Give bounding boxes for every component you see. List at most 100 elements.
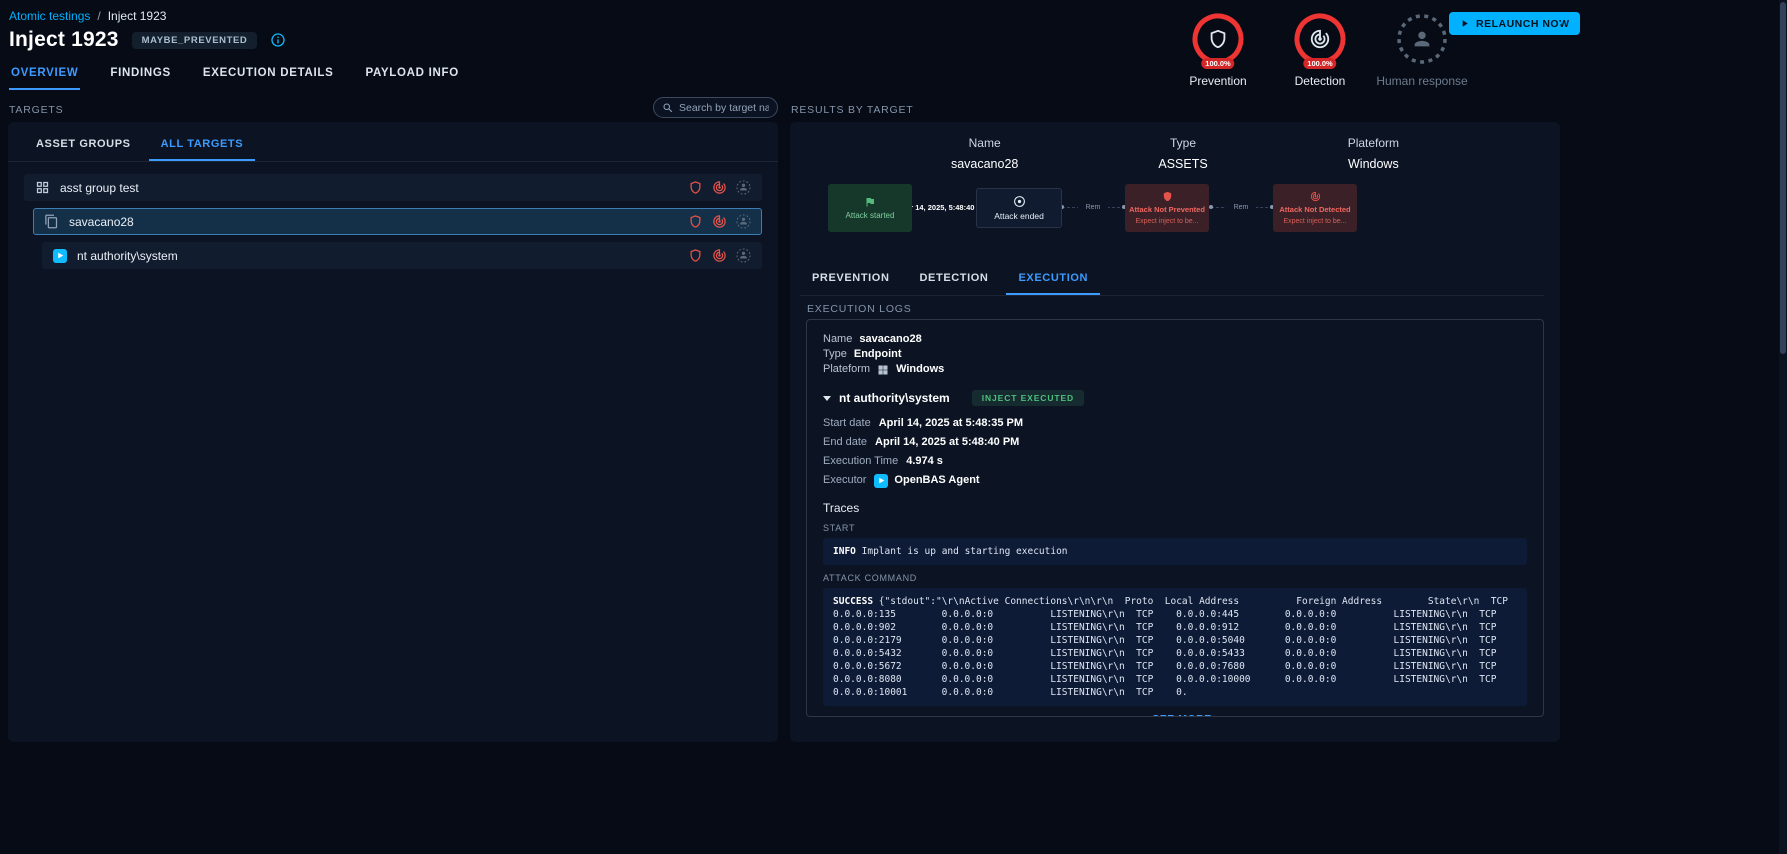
meta-type: Type ASSETS [1158, 136, 1207, 171]
chevron-down-icon [823, 396, 831, 401]
tab-asset-groups[interactable]: ASSET GROUPS [24, 128, 143, 161]
kebab-menu-icon[interactable] [1549, 11, 1571, 35]
openbas-agent-icon [874, 474, 888, 488]
target-rows: asst group test savacano28 [8, 162, 778, 281]
human-response-label: Human response [1376, 74, 1467, 88]
search-icon [662, 102, 674, 114]
breadcrumb-separator: / [97, 9, 100, 23]
openbas-agent-icon [53, 249, 67, 263]
target-meta: Name savacano28 Type ASSETS Plateform Wi… [790, 136, 1560, 171]
meta-platform: Plateform Windows [1348, 136, 1399, 171]
trace-section-start: START [823, 523, 1527, 533]
field-executor: Executor OpenBAS Agent [823, 473, 1527, 488]
targets-section-label: TARGETS [9, 104, 63, 116]
target-row-label: asst group test [60, 181, 678, 195]
field-start-date: Start date April 14, 2025 at 5:48:35 PM [823, 416, 1527, 431]
detection-score: 100.0% [1303, 58, 1336, 69]
asset-group-icon [35, 180, 50, 195]
timeline-dot [1209, 205, 1213, 209]
log-type-row: Type Endpoint [823, 347, 1527, 362]
node-attack-started: Attack started [828, 184, 912, 232]
trace-start-log: INFO Implant is up and starting executio… [823, 538, 1527, 565]
person-icon [1411, 28, 1433, 50]
trace-section-attack-command: ATTACK COMMAND [823, 573, 1527, 583]
page-title: Inject 1923 [9, 28, 119, 52]
person-dashed-icon [736, 214, 751, 229]
tab-execution-details[interactable]: EXECUTION DETAILS [201, 60, 336, 90]
gauge-detection: 100.0% Detection [1282, 12, 1358, 88]
main-tabs: OVERVIEW FINDINGS EXECUTION DETAILS PAYL… [9, 60, 461, 90]
agent-expander[interactable]: nt authority\system INJECT EXECUTED [823, 390, 1527, 406]
track-changes-icon [1309, 28, 1331, 50]
targets-tabs: ASSET GROUPS ALL TARGETS [8, 122, 778, 162]
human-ring [1395, 12, 1449, 66]
scrollbar-track [1779, 0, 1787, 854]
tab-findings[interactable]: FINDINGS [108, 60, 173, 90]
tab-payload-info[interactable]: PAYLOAD INFO [363, 60, 460, 90]
target-search [653, 97, 778, 118]
agent-name: nt authority\system [839, 391, 950, 405]
track-changes-icon [712, 180, 727, 195]
attack-timeline: Apr 14, 2025, 5:48:40 PM Rem Rem Attack … [790, 180, 1560, 244]
windows-icon [877, 364, 889, 376]
target-row-status-icons [688, 248, 751, 263]
meta-name: Name savacano28 [951, 136, 1018, 171]
target-row-status-icons [688, 180, 751, 195]
shield-icon [1162, 191, 1173, 202]
target-row-asset-group[interactable]: asst group test [24, 174, 762, 201]
status-badge: MAYBE_PREVENTED [132, 32, 258, 49]
info-icon[interactable] [270, 32, 286, 48]
results-panel: Name savacano28 Type ASSETS Plateform Wi… [790, 122, 1560, 742]
execution-fields: Start date April 14, 2025 at 5:48:35 PM … [823, 416, 1527, 488]
log-name-row: Name savacano28 [823, 332, 1527, 347]
execution-logs-label: EXECUTION LOGS [807, 303, 912, 315]
executor-name: OpenBAS Agent [894, 473, 979, 488]
chevron-down-icon [1138, 717, 1146, 718]
person-dashed-icon [736, 180, 751, 195]
targets-panel: ASSET GROUPS ALL TARGETS asst group test [8, 122, 778, 742]
score-gauges: 100.0% Prevention 100.0% Detection Human… [1180, 12, 1460, 88]
track-changes-icon [712, 214, 727, 229]
shield-icon [1207, 28, 1229, 50]
timeline-edge-label: Rem [1226, 204, 1256, 211]
execution-logs-box: Name savacano28 Type Endpoint Plateform … [806, 319, 1544, 717]
node-attack-ended: Attack ended [976, 188, 1062, 228]
target-row-endpoint[interactable]: savacano28 [33, 208, 762, 235]
shield-icon [688, 180, 703, 195]
prevention-score: 100.0% [1201, 58, 1234, 69]
node-attack-not-prevented: Attack Not Prevented Expect inject to be… [1125, 184, 1209, 232]
prevention-ring: 100.0% [1191, 12, 1245, 66]
breadcrumb-current: Inject 1923 [108, 9, 167, 23]
trace-attack-command-log: SUCCESS {"stdout":"\r\nActive Connection… [823, 588, 1527, 706]
breadcrumb: Atomic testings / Inject 1923 [9, 9, 166, 23]
target-row-agent[interactable]: nt authority\system [42, 242, 762, 269]
track-changes-icon [712, 248, 727, 263]
target-circle-icon [1013, 195, 1026, 208]
breadcrumb-link-atomic-testings[interactable]: Atomic testings [9, 9, 90, 23]
field-execution-time: Execution Time 4.974 s [823, 454, 1527, 469]
tab-execution[interactable]: EXECUTION [1006, 262, 1100, 295]
tab-prevention[interactable]: PREVENTION [800, 262, 902, 295]
search-input[interactable] [679, 102, 769, 114]
title-row: Inject 1923 MAYBE_PREVENTED [9, 27, 286, 53]
shield-icon [688, 214, 703, 229]
see-more-link[interactable]: SEE MORE [823, 713, 1527, 717]
app-root: Atomic testings / Inject 1923 Inject 192… [0, 0, 1787, 854]
detection-label: Detection [1295, 74, 1346, 88]
tab-detection[interactable]: DETECTION [908, 262, 1001, 295]
scrollbar-thumb[interactable] [1780, 2, 1786, 354]
log-platform-row: Plateform Windows [823, 362, 1527, 377]
field-end-date: End date April 14, 2025 at 5:48:40 PM [823, 435, 1527, 450]
target-row-label: nt authority\system [77, 249, 678, 263]
shield-icon [688, 248, 703, 263]
tab-all-targets[interactable]: ALL TARGETS [149, 128, 256, 161]
target-row-label: savacano28 [69, 215, 678, 229]
flag-icon [864, 196, 876, 208]
endpoint-icon [44, 214, 59, 229]
play-icon [1459, 18, 1470, 29]
timeline-edge-label: Rem [1078, 204, 1108, 211]
tab-overview[interactable]: OVERVIEW [9, 60, 80, 90]
target-row-status-icons [688, 214, 751, 229]
prevention-label: Prevention [1189, 74, 1246, 88]
track-changes-icon [1310, 191, 1321, 202]
